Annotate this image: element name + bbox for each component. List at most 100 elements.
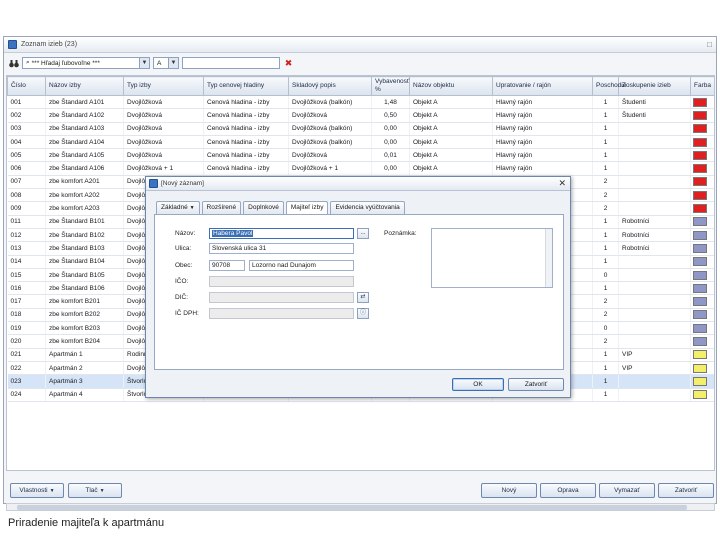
cell-zosk: VIP: [618, 361, 691, 376]
column-header[interactable]: Typ izby: [123, 76, 204, 96]
delete-button[interactable]: Vymazať: [599, 483, 655, 498]
table-row[interactable]: 001 zbe Štandard A101 Dvojlôžková Cenová hl…: [7, 95, 714, 110]
tab-doplnkove[interactable]: Doplnkové: [243, 201, 284, 214]
column-header[interactable]: Typ cenovej hladiny: [203, 76, 289, 96]
cell-posch: 1: [592, 122, 619, 136]
ok-button[interactable]: OK: [452, 378, 504, 391]
color-swatch: [693, 350, 707, 360]
delete-label: Vymazať: [614, 487, 640, 494]
cell-cislo: 007: [7, 175, 46, 190]
table-row[interactable]: 004 zbe Štandard A104 Dvojlôžková Cenová hl…: [7, 135, 714, 150]
cell-posch: 1: [592, 148, 619, 163]
cell-farba: [690, 95, 714, 110]
table-row[interactable]: 002 zbe Štandard A102 Dvojlôžková Cenová hl…: [7, 108, 714, 123]
color-swatch: [693, 217, 707, 227]
new-button[interactable]: Nový: [481, 483, 537, 498]
color-swatch: [693, 310, 707, 320]
toolbar: ⌕ *** Hľadaj ľubovoľne *** ▼ A ▼ ✖: [4, 55, 716, 71]
ok-label: OK: [473, 381, 483, 388]
nazov-field[interactable]: Habera Pavol: [209, 228, 354, 239]
obec-field[interactable]: Lozorno nad Dunajom: [249, 260, 354, 271]
properties-button[interactable]: Vlastnosti ▼: [10, 483, 64, 498]
cell-typ: Dvojlôžková + 1: [123, 161, 204, 176]
cell-farba: [690, 175, 714, 190]
ulica-field[interactable]: Slovenská ulica 31: [209, 243, 354, 254]
cell-typ: Dvojlôžková: [123, 135, 204, 150]
chevron-down-icon[interactable]: ▼: [168, 58, 178, 68]
cell-cislo: 014: [7, 255, 46, 269]
cell-nazov: zbe Štandard A103: [45, 122, 124, 136]
textarea-scrollbar[interactable]: [545, 229, 552, 287]
cell-zosk: [618, 188, 691, 203]
filter-combo[interactable]: A ▼: [153, 57, 179, 69]
cell-farba: [690, 108, 714, 123]
info-icon[interactable]: ⓘ: [357, 308, 369, 319]
column-header[interactable]: Názov izby: [45, 76, 124, 96]
color-swatch: [693, 376, 707, 386]
cell-vybav: 0,01: [371, 148, 410, 163]
poznamka-textarea[interactable]: [431, 228, 553, 288]
cell-nazov: zbe Štandard A104: [45, 135, 124, 150]
color-swatch: [693, 230, 707, 240]
close-button[interactable]: Zatvoriť: [658, 483, 714, 498]
table-row[interactable]: 006 zbe Štandard A106 Dvojlôžková + 1 Cenov…: [7, 161, 714, 176]
column-header[interactable]: Skladový popis: [288, 76, 372, 96]
window-title: Zoznam izieb (23): [21, 41, 78, 48]
cell-nazov: zbe Štandard A102: [45, 108, 124, 123]
lookup-button[interactable]: ...: [357, 228, 369, 239]
cell-farba: [690, 201, 714, 216]
column-header[interactable]: Názov objektu: [409, 76, 493, 96]
clear-filter-icon[interactable]: ✖: [283, 58, 294, 69]
icdph-field[interactable]: [209, 308, 354, 319]
verify-dic-icon[interactable]: ⇄: [357, 292, 369, 303]
cell-cenova: Cenová hladina - izby: [203, 95, 289, 110]
column-header[interactable]: Upratovanie / rajón: [492, 76, 593, 96]
tab-evidencia-vyuctovania[interactable]: Evidencia vyúčtovania: [330, 201, 405, 214]
tab-zakladne[interactable]: Základné ▼: [156, 201, 200, 214]
column-header[interactable]: Vybavenosť %: [371, 76, 410, 96]
ulica-value: Slovenská ulica 31: [212, 245, 267, 252]
cell-nazov: zbe Štandard B104: [45, 255, 124, 269]
cell-zosk: [618, 161, 691, 176]
cell-nazov: Apartmán 2: [45, 361, 124, 376]
psc-field[interactable]: 90708: [209, 260, 245, 271]
icdph-label: IČ DPH:: [175, 310, 199, 317]
cell-cislo: 017: [7, 294, 46, 309]
tab-rozsirene[interactable]: Rozšírené: [201, 201, 242, 214]
table-row[interactable]: 005 zbe Štandard A105 Dvojlôžková Cenová hl…: [7, 148, 714, 163]
column-header[interactable]: Poschodie: [592, 76, 626, 96]
cell-nazov: zbe komfort A202: [45, 188, 124, 203]
cell-farba: [690, 294, 714, 309]
search-combo-icon: ⌕: [26, 59, 30, 66]
dialog-close-icon[interactable]: ✕: [558, 178, 566, 189]
dialog-close-button[interactable]: Zatvoriť: [508, 378, 564, 391]
color-swatch: [693, 270, 707, 280]
search-combo-text: *** Hľadaj ľubovoľne ***: [31, 59, 100, 67]
dic-field[interactable]: [209, 292, 354, 303]
cell-cislo: 023: [7, 374, 46, 389]
tab-majitel-izby[interactable]: Majiteľ izby: [285, 201, 329, 215]
cell-vybav: 1,48: [371, 95, 410, 110]
table-row[interactable]: 003 zbe Štandard A103 Dvojlôžková Cenová hl…: [7, 122, 714, 136]
search-combo[interactable]: ⌕ *** Hľadaj ľubovoľne *** ▼: [22, 57, 150, 69]
column-header[interactable]: Zoskupenie izieb: [618, 76, 691, 96]
chevron-down-icon[interactable]: ▼: [139, 58, 149, 68]
cell-zosk: Študenti: [618, 95, 691, 110]
cell-rajon: Hlavný rajón: [492, 161, 593, 176]
window-close-icon[interactable]: □: [707, 40, 712, 49]
cell-nazov: zbe komfort B204: [45, 334, 124, 349]
cell-cislo: 005: [7, 148, 46, 163]
edit-button[interactable]: Oprava: [540, 483, 596, 498]
cell-cislo: 008: [7, 188, 46, 203]
horizontal-scrollbar[interactable]: [6, 503, 715, 511]
cell-cenova: Cenová hladina - izby: [203, 148, 289, 163]
cell-typ: Dvojlôžková: [123, 95, 204, 110]
filter-input[interactable]: [182, 57, 280, 69]
ico-field[interactable]: [209, 276, 354, 287]
binoculars-icon[interactable]: [8, 58, 19, 69]
column-header[interactable]: Farba: [690, 76, 714, 96]
cell-cislo: 001: [7, 95, 46, 110]
print-button[interactable]: Tlač ▼: [68, 483, 122, 498]
scrollbar-thumb[interactable]: [17, 505, 687, 510]
column-header[interactable]: Číslo: [7, 76, 46, 96]
